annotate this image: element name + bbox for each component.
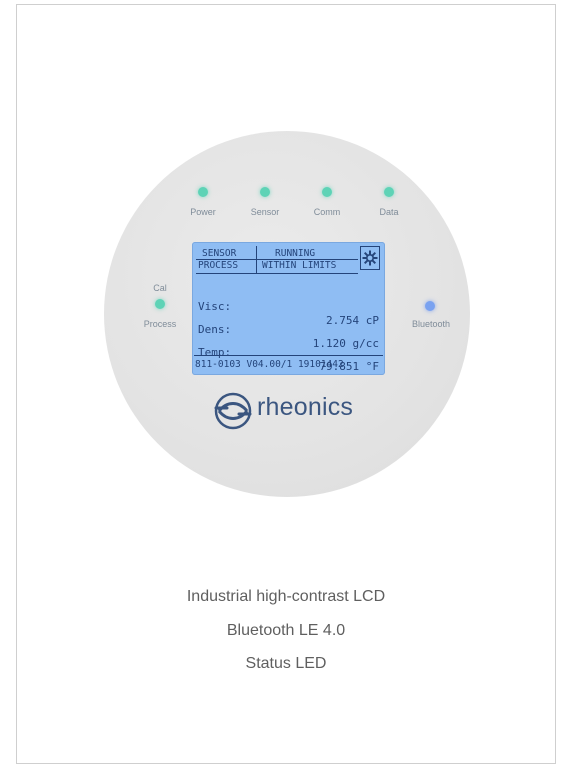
feature-status-led: Status LED — [245, 655, 327, 672]
brand-name: rheonics — [257, 393, 354, 421]
lcd-limits-status: WITHIN LIMITS — [262, 260, 337, 271]
bluetooth-led-label: Bluetooth — [411, 319, 451, 329]
rheonics-logo-icon — [214, 392, 252, 430]
power-led-label: Power — [190, 207, 216, 217]
feature-bluetooth: Bluetooth LE 4.0 — [226, 622, 346, 639]
cal-process-led — [155, 299, 165, 309]
cal-led-label: Cal — [153, 283, 167, 293]
sensor-led — [260, 187, 270, 197]
lcd-footer-divider — [194, 355, 383, 356]
power-led — [198, 187, 208, 197]
comm-led — [322, 187, 332, 197]
sensor-led-label: Sensor — [250, 207, 280, 217]
data-led — [384, 187, 394, 197]
lcd-firmware-footer: 811-0103 V04.00/1 19101442 — [195, 359, 344, 370]
lcd-header-divider-vertical — [256, 246, 257, 274]
feature-lcd: Industrial high-contrast LCD — [186, 588, 386, 605]
lcd-status-header: SENSOR RUNNING PROCESS WITHIN LIMITS — [196, 246, 358, 274]
bluetooth-led — [425, 301, 435, 311]
process-led-label: Process — [143, 319, 177, 329]
gear-icon — [360, 246, 380, 270]
lcd-temperature-label: Temp: — [198, 346, 232, 359]
lcd-process-label: PROCESS — [198, 260, 239, 271]
comm-led-label: Comm — [313, 207, 341, 217]
data-led-label: Data — [379, 207, 399, 217]
lcd-display: SENSOR RUNNING PROCESS WITHIN LIMITS Vis… — [192, 242, 385, 375]
lcd-header-border-bottom — [196, 273, 358, 274]
lcd-header-divider-horizontal — [196, 259, 358, 260]
brand-logo: rheonics — [213, 391, 393, 430]
